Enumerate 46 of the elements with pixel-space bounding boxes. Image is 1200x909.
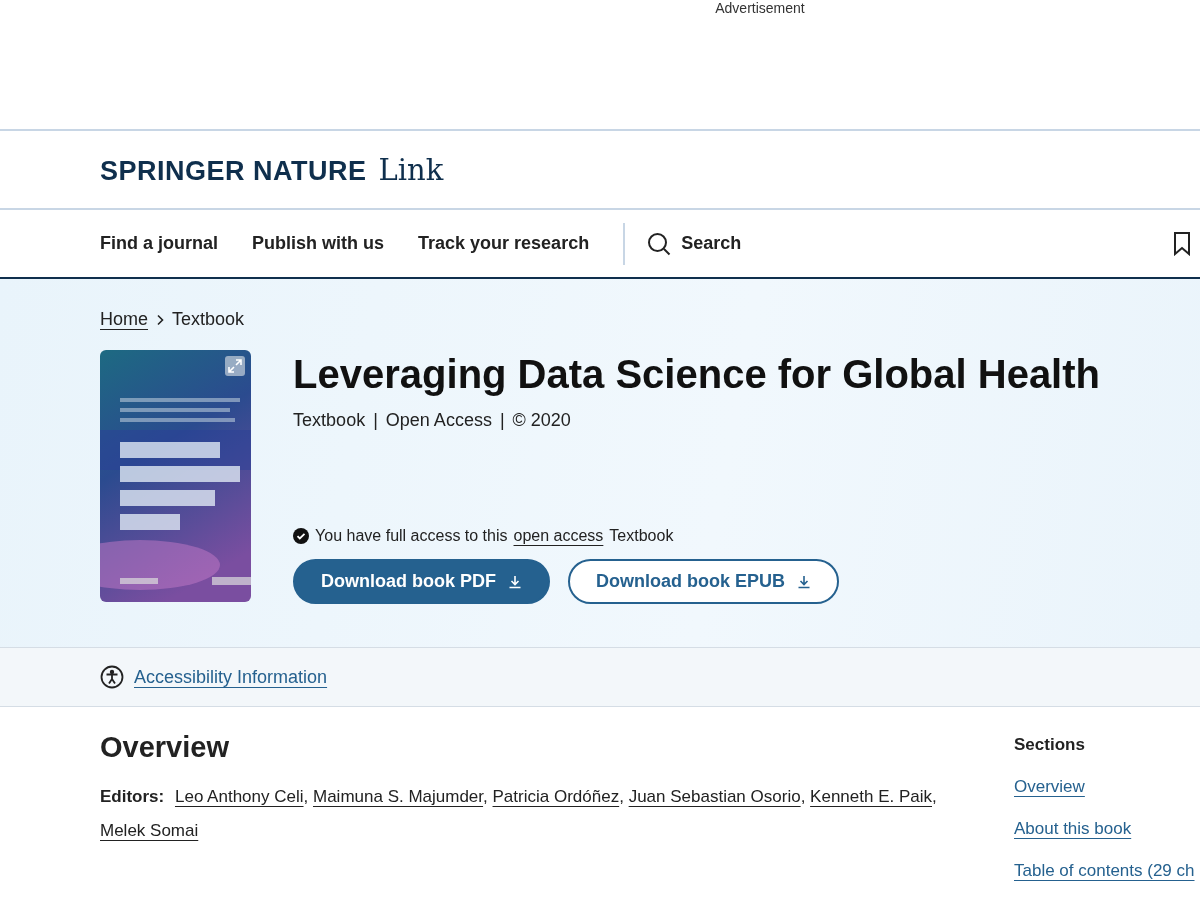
brand-product[interactable]: Link (378, 152, 444, 187)
book-meta: © 2020 (512, 410, 571, 431)
brand-logo[interactable]: SPRINGER NATURE (100, 155, 367, 187)
advertisement-label: Advertisement (715, 0, 805, 16)
chevron-icon (156, 313, 164, 326)
nav-link[interactable]: Publish with us (252, 233, 385, 254)
nav-link[interactable]: Track your research (418, 233, 590, 254)
comma: , (619, 787, 624, 806)
meta-separator: | (499, 410, 505, 431)
access-text: Textbook (609, 527, 674, 545)
section-link[interactable]: About this book (1014, 819, 1195, 839)
editor-link[interactable]: Melek Somai (100, 821, 199, 840)
download-icon (508, 574, 523, 589)
editor-link[interactable]: Patricia Ordóñez (492, 787, 620, 806)
editors-label: Editors: (100, 787, 165, 806)
editor-link[interactable]: Leo Anthony Celi (174, 787, 304, 806)
editor-link[interactable]: Kenneth E. Paik (810, 787, 932, 806)
open-access-link[interactable]: open access (513, 527, 604, 545)
accessibility-icon (100, 665, 124, 689)
expand-icon[interactable] (225, 356, 246, 376)
meta-separator: | (373, 410, 378, 431)
comma: , (932, 787, 937, 806)
comma: , (800, 787, 806, 806)
breadcrumb-link[interactable]: Home (100, 309, 148, 330)
nav-link[interactable]: Find a journal (100, 233, 218, 254)
search-icon (647, 231, 672, 256)
download-button[interactable]: Download book EPUB (568, 559, 840, 604)
access-text: You have full access to this (315, 527, 508, 545)
bookmark-icon[interactable] (1173, 231, 1191, 256)
comma: , (483, 787, 488, 806)
breadcrumb-current: Textbook (172, 309, 245, 330)
section-heading: Overview (100, 731, 230, 764)
download-button[interactable]: Download book PDF (293, 559, 551, 604)
accessibility-link[interactable]: Accessibility Information (134, 666, 328, 688)
book-meta: Open Access (385, 410, 492, 431)
section-link[interactable]: Overview (1014, 777, 1195, 797)
sections-heading: Sections (1014, 735, 1086, 755)
comma: , (303, 787, 309, 806)
book-meta: Textbook (293, 410, 366, 431)
download-icon (797, 574, 812, 589)
section-link[interactable]: Table of contents (29 ch (1014, 861, 1195, 881)
editor-link[interactable]: Maimuna S. Majumder (313, 787, 484, 806)
book-title: Leveraging Data Science for Global Health (293, 351, 1100, 398)
editor-link[interactable]: Juan Sebastian Osorio (628, 787, 801, 806)
check-circle-icon (293, 528, 310, 544)
search-button[interactable]: Search (647, 231, 742, 256)
